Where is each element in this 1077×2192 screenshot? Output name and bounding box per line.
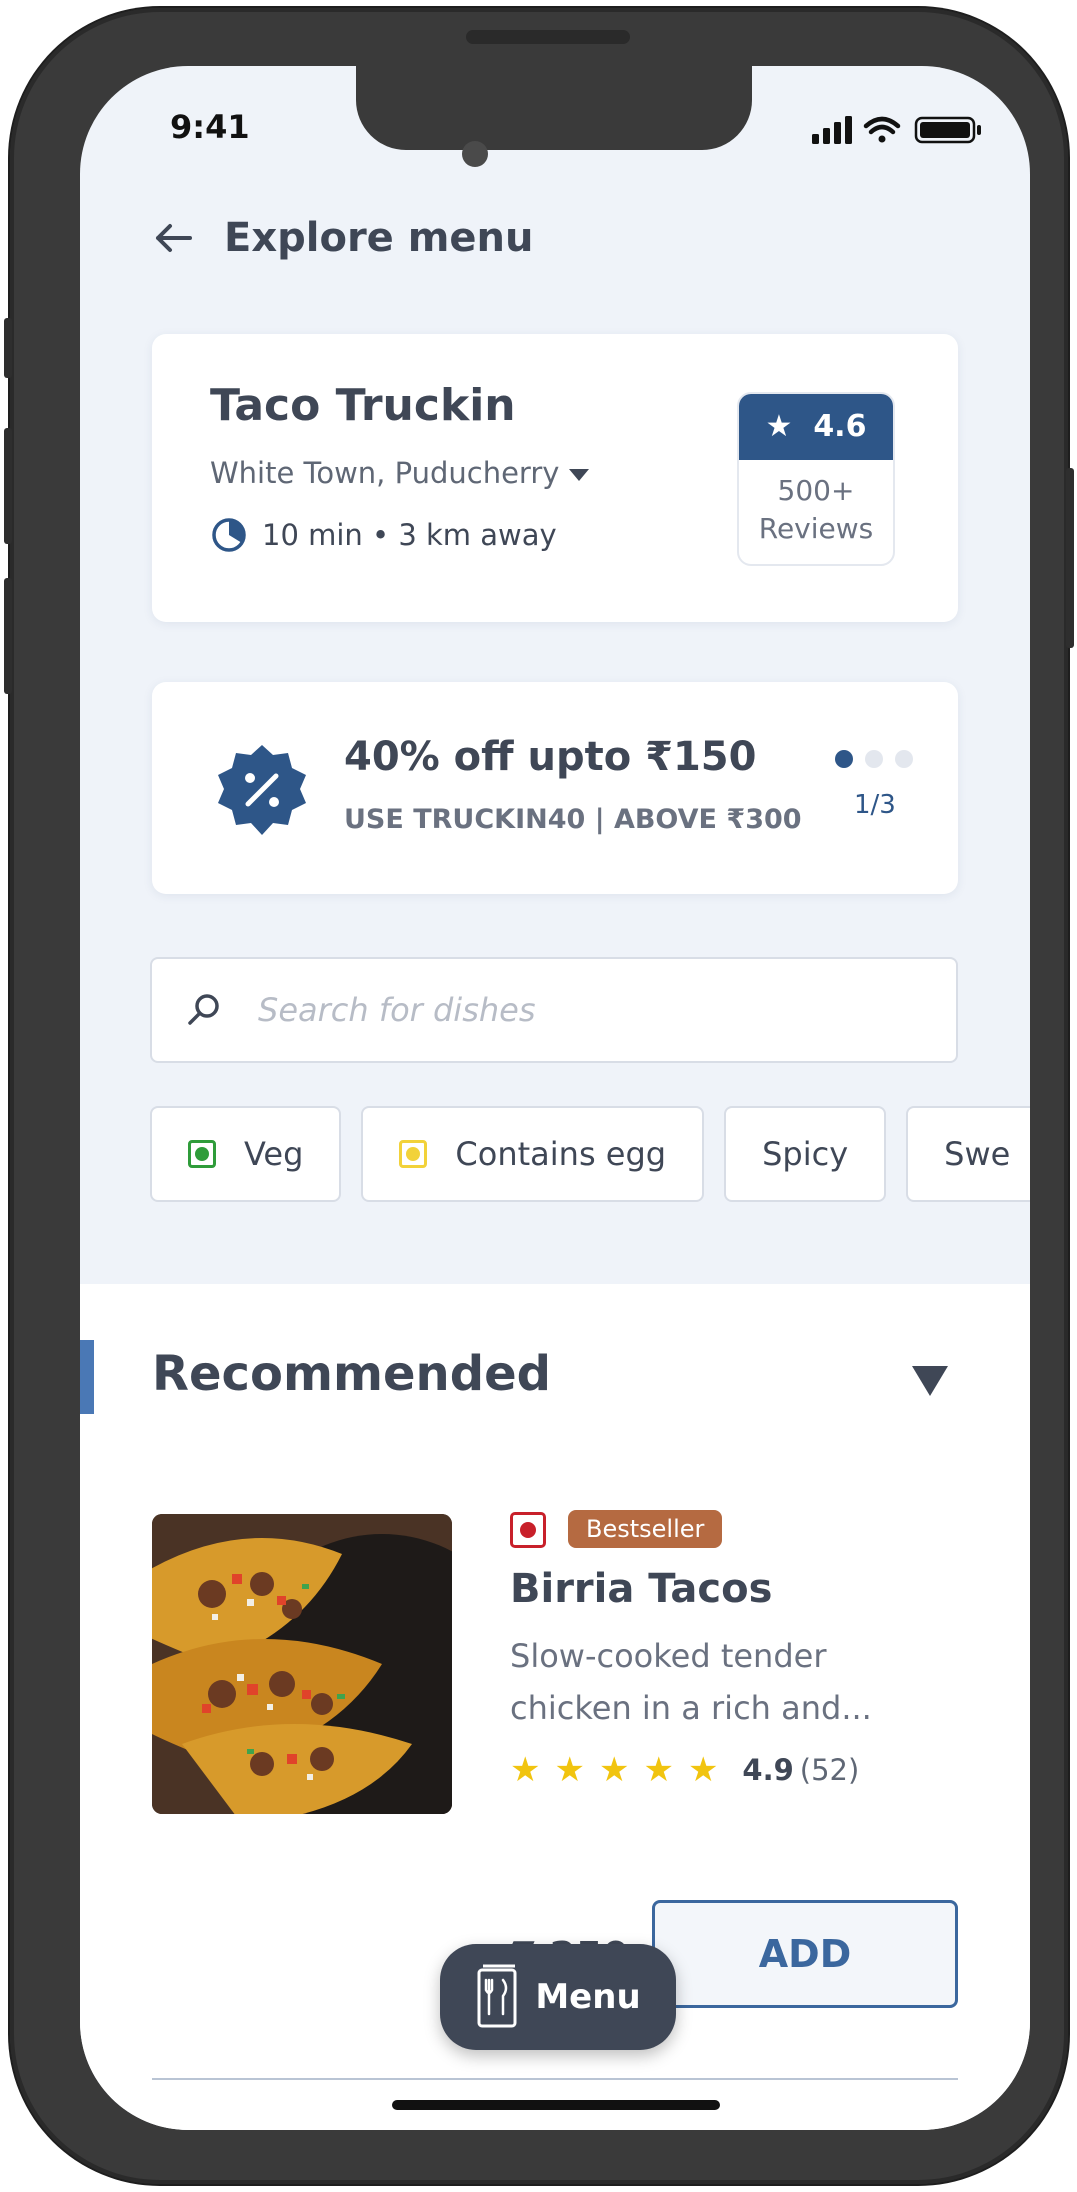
section-title: Recommended [152,1346,551,1402]
tacos-photo [152,1514,452,1814]
volume-up-button [4,428,12,544]
restaurant-card: Taco Truckin White Town, Puducherry 10 m… [152,334,958,622]
offer-title: 40% off upto ₹150 [344,734,757,780]
menu-book-icon [477,1964,517,2028]
volume-down-button [4,578,12,694]
nonveg-icon [510,1512,546,1548]
battery-icon [914,116,981,144]
screen: 9:41 Explore menu Taco Truckin White Tow… [80,66,1030,2130]
notch [356,66,752,150]
restaurant-name: Taco Truckin [210,380,516,431]
collapse-triangle-icon[interactable] [912,1366,948,1396]
star-icon: ★ [687,1750,719,1790]
star-icon: ★ [765,409,793,444]
status-time: 9:41 [170,108,250,146]
dish-rating-count: (52) [799,1753,860,1787]
bestseller-badge: Bestseller [568,1510,723,1548]
filter-chip-sweet[interactable]: Swe [906,1106,1030,1202]
veg-icon [188,1140,216,1168]
filter-chip-egg[interactable]: Contains egg [361,1106,705,1202]
offer-card[interactable]: 40% off upto ₹150 USE TRUCKIN40 | ABOVE … [152,682,958,894]
restaurant-rating: 4.6 [813,409,867,444]
dish-rating-value: 4.9 [742,1753,794,1787]
search-icon [188,994,219,1025]
home-indicator[interactable] [392,2100,720,2110]
filter-label: Veg [244,1135,304,1173]
location-selector[interactable]: White Town, Puducherry [210,456,590,490]
offer-carousel-dots [835,750,925,768]
phone-frame: 9:41 Explore menu Taco Truckin White Tow… [4,8,1074,2184]
filter-chips: Veg Contains egg Spicy Swe [150,1106,1030,1202]
filter-label: Contains egg [455,1135,667,1173]
star-icon: ★ [643,1750,674,1790]
location-label: White Town, Puducherry [210,456,560,490]
wifi-icon [863,116,901,143]
search-input[interactable] [256,990,860,1030]
discount-badge-icon [218,745,306,835]
carousel-dot [865,750,883,768]
status-icons [812,114,988,150]
filter-label: Spicy [762,1135,849,1173]
dish-description: Slow-cooked tender chicken in a rich and… [510,1637,872,1727]
page-header: Explore menu [150,214,534,262]
reviews-summary: 500+ Reviews [739,460,893,548]
offer-code: USE TRUCKIN40 | ABOVE ₹300 [344,804,802,835]
egg-icon [399,1140,428,1168]
star-icon: ★ [510,1750,541,1790]
power-button [1066,468,1074,648]
search-bar[interactable] [150,957,958,1063]
reviews-label: Reviews [758,512,874,545]
clock-timer-icon [212,518,246,552]
dish-image[interactable] [152,1514,452,1814]
dish-name: Birria Tacos [510,1566,773,1612]
add-button[interactable]: ADD [652,1900,958,2008]
filter-chip-spicy[interactable]: Spicy [724,1106,887,1202]
item-divider [152,2078,958,2080]
menu-button-label: Menu [535,1977,641,2017]
page-title: Explore menu [224,215,534,261]
offer-pager: 1/3 [854,790,896,820]
section-accent-bar [80,1340,94,1414]
dish-rating: ★ ★ ★ ★ ★ 4.9 (52) [510,1750,859,1790]
carousel-dot-active [835,750,853,768]
speaker-grille [466,30,630,44]
mute-switch [4,318,12,378]
back-arrow-icon[interactable] [150,214,198,262]
delivery-eta: 10 min • 3 km away [210,516,557,554]
carousel-dot [895,750,913,768]
menu-button[interactable]: Menu [440,1944,676,2050]
eta-text: 10 min • 3 km away [262,518,557,552]
star-icon: ★ [598,1750,630,1790]
front-camera [462,141,488,167]
filter-chip-veg[interactable]: Veg [150,1106,342,1202]
filter-label: Swe [944,1135,1011,1173]
rating-badge: ★ 4.6 [739,394,893,460]
rating-box[interactable]: ★ 4.6 500+ Reviews [737,392,895,566]
star-icon: ★ [554,1750,585,1790]
reviews-count: 500+ [777,474,855,507]
caret-down-icon [569,469,590,481]
signal-icon [812,116,852,144]
